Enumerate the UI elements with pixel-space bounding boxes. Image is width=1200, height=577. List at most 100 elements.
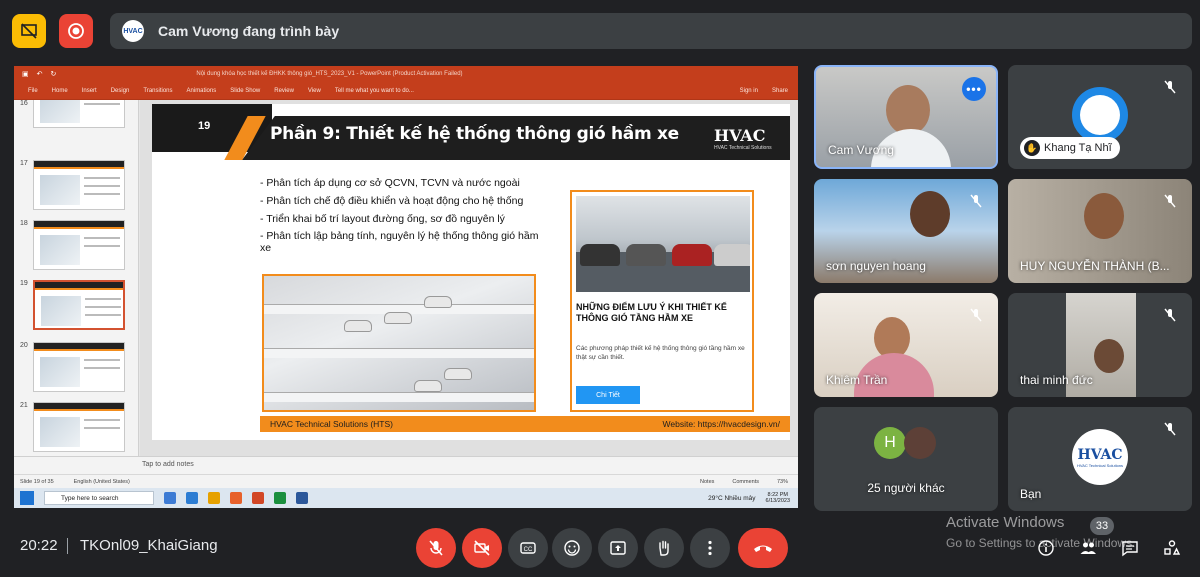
raise-hand-button[interactable] (644, 528, 684, 568)
slide-thumbnail[interactable]: 21 (20, 402, 132, 454)
presenter-banner: HVAC Cam Vương đang trình bày (110, 13, 1192, 49)
mic-off-icon (1158, 417, 1182, 441)
present-off-icon (21, 23, 37, 39)
recording-button[interactable] (59, 14, 93, 48)
share-button[interactable]: Share (772, 88, 788, 94)
notes-toggle[interactable]: Notes (700, 479, 714, 485)
participant-tile[interactable]: ✋ Khang Tạ Nhĩ (1008, 65, 1192, 169)
participant-name: HUY NGUYỄN THÀNH (B... (1020, 259, 1170, 273)
participant-name: thai minh đức (1020, 373, 1093, 387)
more-options-button[interactable]: ••• (962, 77, 986, 101)
others-tile[interactable]: H 25 người khác (814, 407, 998, 511)
bullet-item: - Triển khai bố trí layout đường ống, sơ… (260, 212, 505, 225)
slide-thumbnail[interactable]: 17 (20, 160, 132, 212)
captions-icon: CC (520, 542, 536, 554)
more-icon (708, 540, 712, 556)
zoom-level[interactable]: 73% (777, 479, 788, 485)
save-icon: ▣ (22, 71, 29, 78)
slide-title: Phần 9: Thiết kế hệ thống thông gió hầm … (270, 124, 679, 144)
slide-thumbnail[interactable]: 18 (20, 220, 132, 272)
presenting-text: Cam Vương đang trình bày (158, 23, 340, 39)
undo-icon: ↶ (36, 71, 43, 78)
presenter-logo: HVAC (122, 20, 144, 42)
participant-name: Khang Tạ Nhĩ (1044, 142, 1112, 154)
reactions-button[interactable] (552, 528, 592, 568)
mic-toggle-button[interactable] (416, 528, 456, 568)
ribbon-tab[interactable]: Review (274, 88, 294, 94)
taskbar-search[interactable]: Type here to search (44, 491, 154, 505)
cam-off-icon (474, 540, 490, 556)
ppt-body: 16 17 18 19 20 21 22 19 Phần 9: Thiết kế… (14, 100, 798, 458)
sign-in-link[interactable]: Sign in (740, 88, 758, 94)
participant-tile[interactable]: HUY NGUYỄN THÀNH (B... (1008, 179, 1192, 283)
firefox-icon[interactable] (230, 492, 242, 504)
slide-thumbnail[interactable]: 16 (20, 100, 132, 130)
chrome-icon[interactable] (274, 492, 286, 504)
windows-start-icon[interactable] (20, 491, 34, 505)
status-language: English (United States) (73, 478, 130, 485)
notes-pane[interactable]: Tap to add notes (14, 456, 798, 474)
participant-tile[interactable]: Khiêm Trần (814, 293, 998, 397)
present-button[interactable] (598, 528, 638, 568)
card-title: NHỮNG ĐIỂM LƯU Ý KHI THIẾT KẾ THÔNG GIÓ … (576, 302, 727, 324)
comments-toggle[interactable]: Comments (732, 479, 759, 485)
divider (67, 538, 68, 554)
ppt-titlebar: ▣ ↶ ↻ Nội dung khóa học thiết kế ĐHKK thôn… (14, 66, 798, 82)
ribbon-tab[interactable]: Transitions (143, 88, 172, 94)
ribbon-tab[interactable]: Slide Show (230, 88, 260, 94)
powerpoint-icon[interactable] (252, 492, 264, 504)
ribbon-tab[interactable]: Animations (187, 88, 217, 94)
participant-name: Cam Vương (828, 143, 894, 157)
leave-call-button[interactable] (738, 528, 788, 568)
slide-thumbnail[interactable]: 20 (20, 342, 132, 394)
mic-off-icon (1158, 303, 1182, 327)
slide-thumbnails: 16 17 18 19 20 21 22 (14, 100, 139, 458)
ribbon-tab[interactable]: Home (52, 88, 68, 94)
folder-icon[interactable] (208, 492, 220, 504)
bullet-item: - Phân tích áp dụng cơ sở QCVN, TCVN và … (260, 177, 520, 189)
activities-button[interactable] (1152, 528, 1192, 568)
self-tile[interactable]: HVAC HVAC Technical Solutions Bạn (1008, 407, 1192, 511)
taskbar-clock: 8:22 PM 6/13/2023 (765, 491, 790, 504)
more-options-button[interactable] (690, 528, 730, 568)
ribbon-tab[interactable]: Insert (82, 88, 97, 94)
presentation-status-button[interactable] (12, 14, 46, 48)
word-icon[interactable] (296, 492, 308, 504)
avatar (904, 427, 936, 459)
mic-off-icon (964, 189, 988, 213)
shared-screen: ▣ ↶ ↻ Nội dung khóa học thiết kế ĐHKK thôn… (14, 66, 798, 508)
article-card: NHỮNG ĐIỂM LƯU Ý KHI THIẾT KẾ THÔNG GIÓ … (570, 190, 754, 412)
mic-off-icon (964, 303, 988, 327)
card-description: Các phương pháp thiết kế hệ thống thông … (576, 345, 745, 362)
mail-icon[interactable] (186, 492, 198, 504)
footer-company: HVAC Technical Solutions (HTS) (270, 419, 393, 429)
participant-tile[interactable]: sơn nguyen hoang (814, 179, 998, 283)
weather-text: 29°C Nhiều mây (708, 494, 756, 502)
slide-footer: HVAC Technical Solutions (HTS) Website: … (260, 416, 790, 432)
slide-thumbnail-active[interactable]: 19 (20, 280, 132, 332)
camera-toggle-button[interactable] (462, 528, 502, 568)
edge-icon[interactable] (164, 492, 176, 504)
ribbon-tab[interactable]: File (28, 88, 38, 94)
participant-name: Bạn (1020, 487, 1042, 501)
ribbon-tab[interactable]: View (308, 88, 321, 94)
meeting-time: 20:22 (20, 537, 58, 554)
top-bar: HVAC Cam Vương đang trình bày (0, 0, 1200, 62)
mic-off-icon (1158, 75, 1182, 99)
windows-taskbar: Type here to search 29°C Nhiều mây 8:22 … (14, 488, 798, 508)
participant-tile[interactable]: thai minh đức (1008, 293, 1192, 397)
record-icon (68, 23, 84, 39)
chat-count-badge: 33 (1090, 517, 1114, 535)
ribbon-tab[interactable]: Design (111, 88, 130, 94)
mic-off-icon (1158, 189, 1182, 213)
ppt-title: Nội dung khóa học thiết kế ĐHKK thông gi… (196, 71, 463, 77)
mic-off-icon (429, 540, 443, 556)
svg-text:CC: CC (524, 547, 533, 553)
participant-tile[interactable]: ••• Cam Vương (814, 65, 998, 169)
raise-hand-icon: ✋ (1024, 140, 1040, 156)
others-count: 25 người khác (867, 481, 945, 495)
captions-button[interactable]: CC (508, 528, 548, 568)
details-button[interactable]: Chi Tiết (576, 386, 640, 404)
tell-me-search[interactable]: Tell me what you want to do... (335, 88, 414, 94)
slide-number: 19 (198, 120, 211, 132)
